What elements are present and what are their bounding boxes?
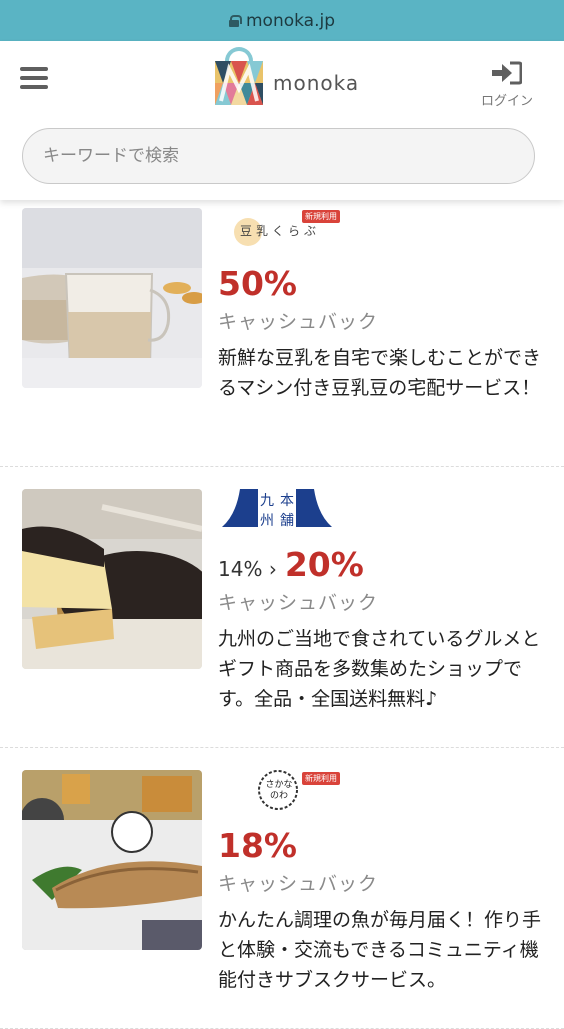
svg-text:本: 本 xyxy=(280,493,294,509)
rate-new: 20% xyxy=(284,545,364,584)
shop-item[interactable]: 九 本 州 舗 14% › 20% キャッシュバック 九州のご当地で食されている… xyxy=(0,467,564,748)
svg-text:舗: 舗 xyxy=(280,513,294,529)
svg-text:州: 州 xyxy=(260,513,274,529)
rate-new: 18% xyxy=(218,826,297,865)
brand-logo: さかなのわ 新規利用 xyxy=(218,770,348,810)
svg-text:九: 九 xyxy=(260,493,274,509)
shop-item[interactable]: さかなのわ 新規利用 18% キャッシュバック かんたん調理の魚が毎月届く！作り… xyxy=(0,748,564,1029)
brand-logo: 豆乳くらぶ 新規利用 xyxy=(218,208,348,248)
cashback-label: キャッシュバック xyxy=(218,873,379,895)
login-icon xyxy=(492,61,522,85)
shop-list: 豆乳くらぶ 新規利用 50% キャッシュバック 新鮮な豆乳を自宅で楽しむことがで… xyxy=(0,200,564,1029)
brand-logo: 九 本 州 舗 xyxy=(218,489,348,529)
search-input[interactable] xyxy=(22,128,535,184)
site-header: monoka ログイン xyxy=(0,41,564,200)
login-label: ログイン xyxy=(480,94,533,109)
cashback-rate: 14% › 20% xyxy=(218,545,364,584)
shop-description: 九州のご当地で食されているグルメとギフト商品を多数集めたショップです。全品・全国… xyxy=(218,628,541,710)
rate-new: 50% xyxy=(218,264,297,303)
logo-text: monoka xyxy=(273,71,360,95)
shop-item[interactable]: 豆乳くらぶ 新規利用 50% キャッシュバック 新鮮な豆乳を自宅で楽しむことがで… xyxy=(0,200,564,467)
cashback-rate: 18% xyxy=(218,826,297,865)
browser-url-bar[interactable]: monoka.jp xyxy=(0,0,564,41)
cashback-label: キャッシュバック xyxy=(218,592,379,614)
brand-name: 豆乳くらぶ xyxy=(240,224,321,238)
url-text: monoka.jp xyxy=(245,10,336,31)
rate-old: 14% › xyxy=(218,557,277,581)
brand-name: さかなのわ xyxy=(265,780,293,801)
menu-icon[interactable] xyxy=(20,67,48,91)
cashback-label: キャッシュバック xyxy=(218,311,379,333)
logo-bag-icon xyxy=(215,47,263,105)
shop-description: 新鮮な豆乳を自宅で楽しむことができるマシン付き豆乳豆の宅配サービス！ xyxy=(218,347,542,399)
shop-image xyxy=(22,489,202,669)
cashback-rate: 50% xyxy=(218,264,297,303)
lock-icon xyxy=(228,14,242,27)
new-user-badge: 新規利用 xyxy=(302,210,340,223)
shop-image xyxy=(22,770,202,950)
shop-description: かんたん調理の魚が毎月届く！作り手と体験・交流もできるコミュニティ機能付きサブス… xyxy=(218,909,542,991)
site-logo[interactable]: monoka xyxy=(215,47,359,105)
new-user-badge: 新規利用 xyxy=(302,772,340,785)
login-button[interactable]: ログイン xyxy=(478,61,536,109)
shop-image xyxy=(22,208,202,388)
